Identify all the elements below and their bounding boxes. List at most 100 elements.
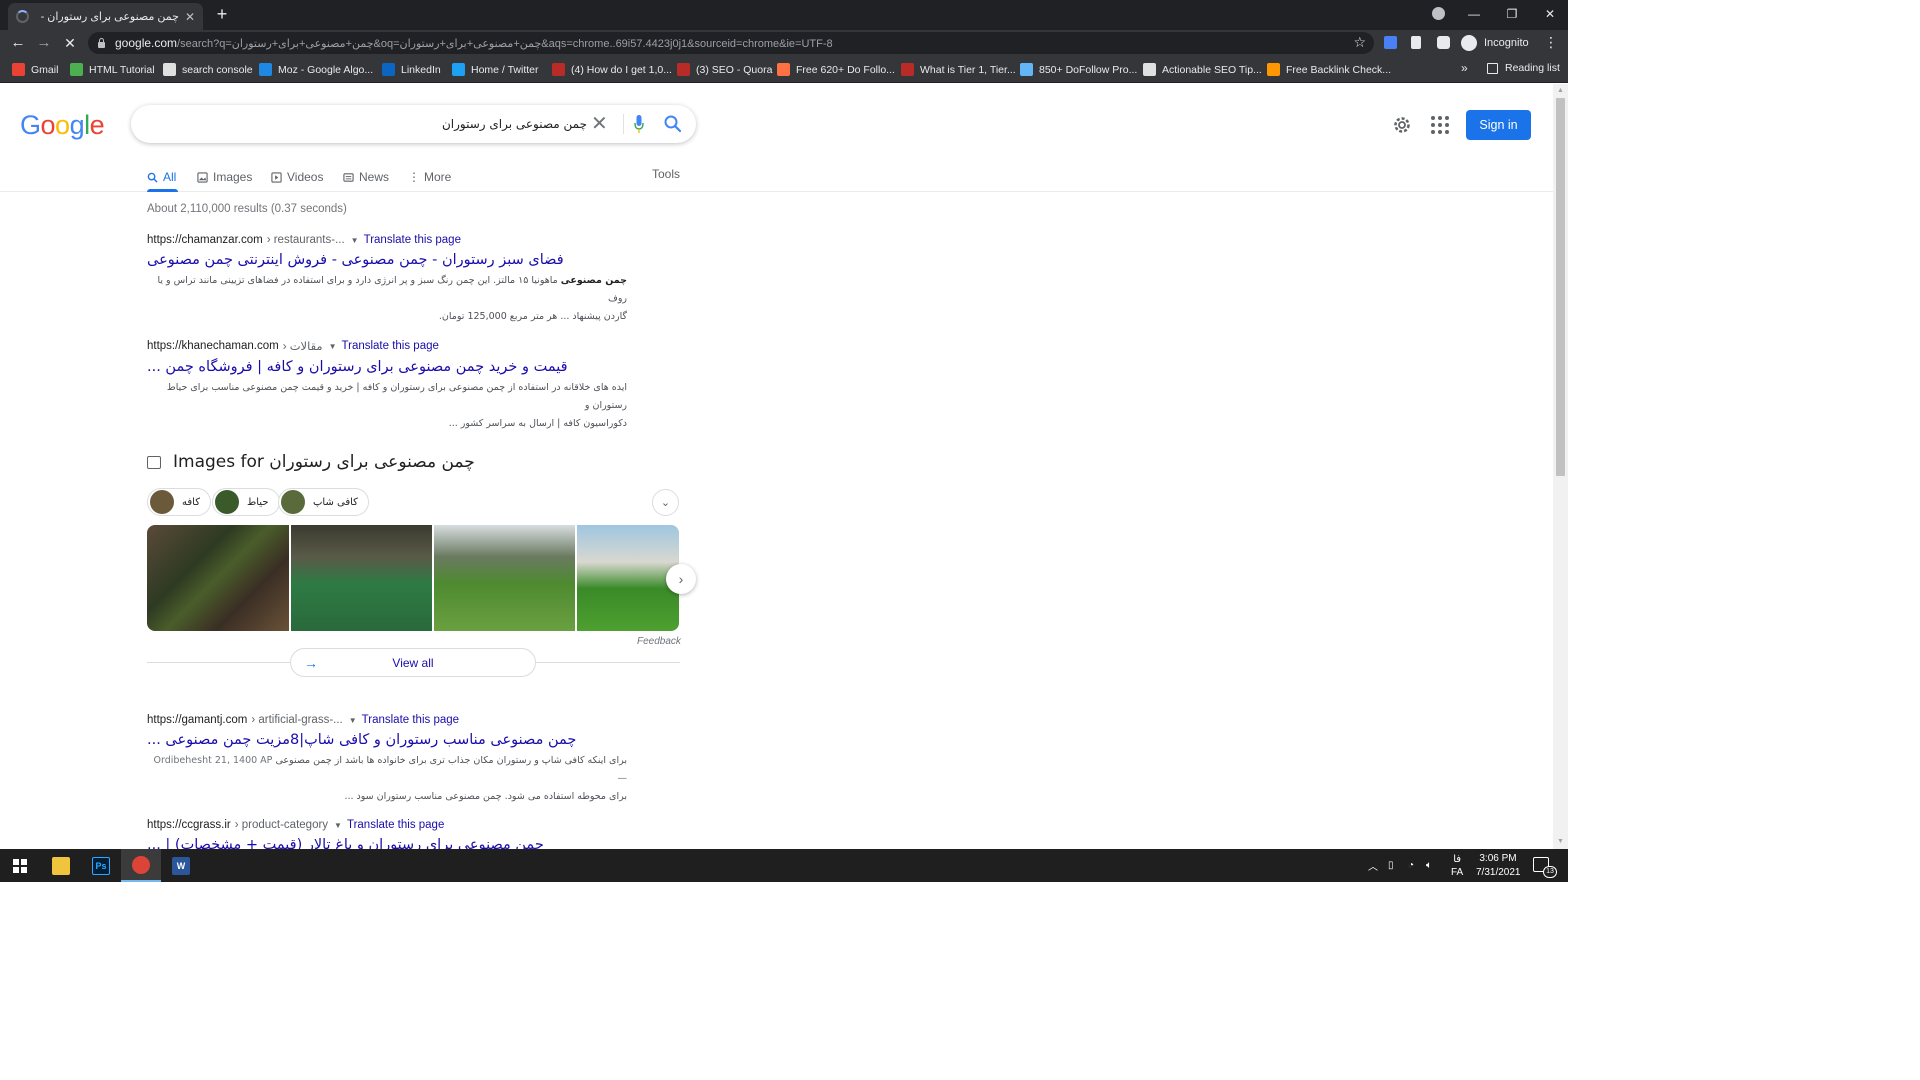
active-tab[interactable]: چمن مصنوعی برای رستوران - Google Search … — [8, 3, 203, 30]
new-tab-button[interactable]: + — [212, 4, 232, 25]
scroll-up-icon[interactable]: ▲ — [1557, 87, 1564, 94]
bookmark-item[interactable]: search console — [163, 62, 253, 77]
tab-all[interactable]: All — [147, 167, 176, 187]
google-logo[interactable]: Google — [20, 110, 105, 141]
translate-link[interactable]: Translate this page — [364, 234, 461, 246]
system-clock[interactable]: 3:06 PM 7/31/2021 — [1476, 852, 1521, 880]
bookmark-item[interactable]: Free Backlink Check... — [1267, 62, 1391, 77]
result-host[interactable]: https://gamantj.com — [147, 714, 247, 726]
tab-more[interactable]: ⋮ More — [408, 167, 451, 187]
bookmark-favicon-icon — [70, 63, 83, 76]
bookmark-item[interactable]: HTML Tutorial — [70, 62, 155, 77]
bookmarks-overflow-icon[interactable]: » — [1461, 61, 1468, 75]
scrollbar-thumb[interactable] — [1556, 98, 1565, 476]
translate-link[interactable]: Translate this page — [347, 819, 444, 831]
image-result-thumbnail[interactable] — [434, 525, 575, 631]
bookmark-item[interactable]: Free 620+ Do Follo... — [777, 62, 895, 77]
view-all-button[interactable]: → View all — [290, 648, 536, 677]
reading-list-button[interactable]: Reading list — [1487, 62, 1560, 74]
image-filter-chip[interactable]: کافه — [147, 488, 211, 516]
search-input[interactable] — [147, 114, 587, 134]
scroll-down-icon[interactable]: ▼ — [1557, 838, 1564, 845]
search-divider — [623, 114, 624, 134]
taskbar-chrome[interactable] — [121, 849, 161, 882]
browser-menu-icon[interactable]: ⋮ — [1544, 34, 1558, 51]
bookmark-favicon-icon — [1143, 63, 1156, 76]
bookmark-favicon-icon — [382, 63, 395, 76]
maximize-icon[interactable]: ❐ — [1493, 0, 1531, 28]
close-window-icon[interactable]: ✕ — [1531, 0, 1569, 28]
extensions-puzzle-icon[interactable] — [1437, 36, 1450, 49]
volume-muted-icon[interactable]: 🔈︎ — [1426, 849, 1432, 882]
tab-close-icon[interactable]: ✕ — [185, 10, 195, 24]
result-host[interactable]: https://chamanzar.com — [147, 234, 263, 246]
bookmark-item[interactable]: 850+ DoFollow Pro... — [1020, 62, 1137, 77]
sign-in-button[interactable]: Sign in — [1466, 110, 1531, 140]
input-language-indicator[interactable]: فا FA — [1451, 849, 1463, 882]
tab-news[interactable]: News — [343, 167, 389, 187]
translate-link[interactable]: Translate this page — [362, 714, 459, 726]
back-arrow-icon[interactable]: ← — [8, 33, 28, 53]
page-extension-icon[interactable] — [1411, 36, 1421, 49]
taskbar-file-explorer[interactable] — [41, 849, 81, 882]
search-tabs: All Images Videos News ⋮ More Tools — [0, 160, 1553, 192]
bookmark-star-icon[interactable]: ☆ — [1353, 34, 1366, 51]
taskbar-photoshop[interactable]: Ps — [81, 849, 121, 882]
bookmark-item[interactable]: (4) How do I get 1,0... — [552, 62, 672, 77]
stop-loading-icon[interactable]: ✕ — [60, 33, 80, 53]
tab-search-icon[interactable] — [1432, 7, 1445, 20]
result-path: › artificial-grass-... — [251, 714, 343, 726]
image-filter-chip[interactable]: حیاط — [212, 488, 280, 516]
battery-icon[interactable]: ▯ — [1388, 849, 1394, 882]
bookmark-item[interactable]: Moz - Google Algo... — [259, 62, 373, 77]
image-filter-chip[interactable]: کافی شاپ — [278, 488, 369, 516]
bookmark-item[interactable]: Actionable SEO Tip... — [1143, 62, 1262, 77]
result-title[interactable]: چمن مصنوعی مناسب رستوران و کافی شاپ|8مزی… — [147, 732, 682, 748]
notification-count-badge: 13 — [1543, 866, 1557, 878]
more-vertical-icon: ⋮ — [408, 170, 420, 184]
images-heading[interactable]: Images for چمن مصنوعی برای رستوران — [147, 452, 475, 472]
result-title[interactable]: فضای سبز رستوران - چمن مصنوعی - فروش این… — [147, 252, 682, 268]
tools-button[interactable]: Tools — [652, 167, 680, 181]
show-hidden-icons[interactable]: ︿ — [1368, 849, 1378, 882]
settings-gear-icon[interactable] — [1392, 115, 1412, 135]
result-menu-caret-icon[interactable]: ▼ — [349, 716, 357, 725]
forward-arrow-icon[interactable]: → — [34, 33, 54, 53]
minimize-icon[interactable]: — — [1455, 0, 1493, 28]
page-scrollbar[interactable]: ▲ ▼ — [1553, 84, 1568, 849]
address-bar[interactable]: google.com/search?q=چمن+مصنوعی+برای+رستو… — [88, 32, 1374, 54]
search-icon[interactable] — [663, 114, 683, 134]
translate-link[interactable]: Translate this page — [342, 340, 439, 352]
start-button[interactable] — [0, 849, 40, 882]
clear-search-icon[interactable]: ✕ — [591, 111, 608, 136]
result-host[interactable]: https://khanechaman.com — [147, 340, 279, 352]
result-menu-caret-icon[interactable]: ▼ — [329, 342, 337, 351]
bookmark-item[interactable]: Gmail — [12, 62, 58, 77]
bookmark-item[interactable]: LinkedIn — [382, 62, 441, 77]
taskbar-word[interactable]: W — [161, 849, 201, 882]
image-result-thumbnail[interactable] — [147, 525, 289, 631]
bookmark-favicon-icon — [677, 63, 690, 76]
chevron-down-icon[interactable]: ⌄ — [652, 489, 679, 516]
google-apps-icon[interactable] — [1431, 116, 1449, 134]
bookmark-item[interactable]: What is Tier 1, Tier... — [901, 62, 1016, 77]
result-title[interactable]: قیمت و خرید چمن مصنوعی برای رستوران و کا… — [147, 359, 682, 375]
chevron-right-icon[interactable]: › — [666, 564, 696, 594]
google-translate-extension-icon[interactable] — [1384, 36, 1397, 49]
image-result-thumbnail[interactable] — [291, 525, 432, 631]
tab-images[interactable]: Images — [197, 167, 252, 187]
result-host[interactable]: https://ccgrass.ir — [147, 819, 231, 831]
image-result-thumbnail[interactable] — [577, 525, 679, 631]
microphone-icon[interactable] — [634, 114, 644, 134]
bookmark-label: What is Tier 1, Tier... — [920, 63, 1016, 76]
result-title[interactable]: چمن مصنوعی برای رستوران و باغ تالار (قیم… — [147, 837, 682, 849]
tab-videos[interactable]: Videos — [271, 167, 323, 187]
bookmark-item[interactable]: Home / Twitter — [452, 62, 539, 77]
bookmark-item[interactable]: (3) SEO - Quora — [677, 62, 772, 77]
folder-icon — [52, 856, 70, 875]
feedback-link[interactable]: Feedback — [637, 636, 681, 647]
network-icon[interactable]: ◔ — [1408, 849, 1414, 882]
incognito-profile-button[interactable]: Incognito — [1461, 33, 1529, 53]
result-menu-caret-icon[interactable]: ▼ — [351, 236, 359, 245]
result-menu-caret-icon[interactable]: ▼ — [334, 821, 342, 830]
